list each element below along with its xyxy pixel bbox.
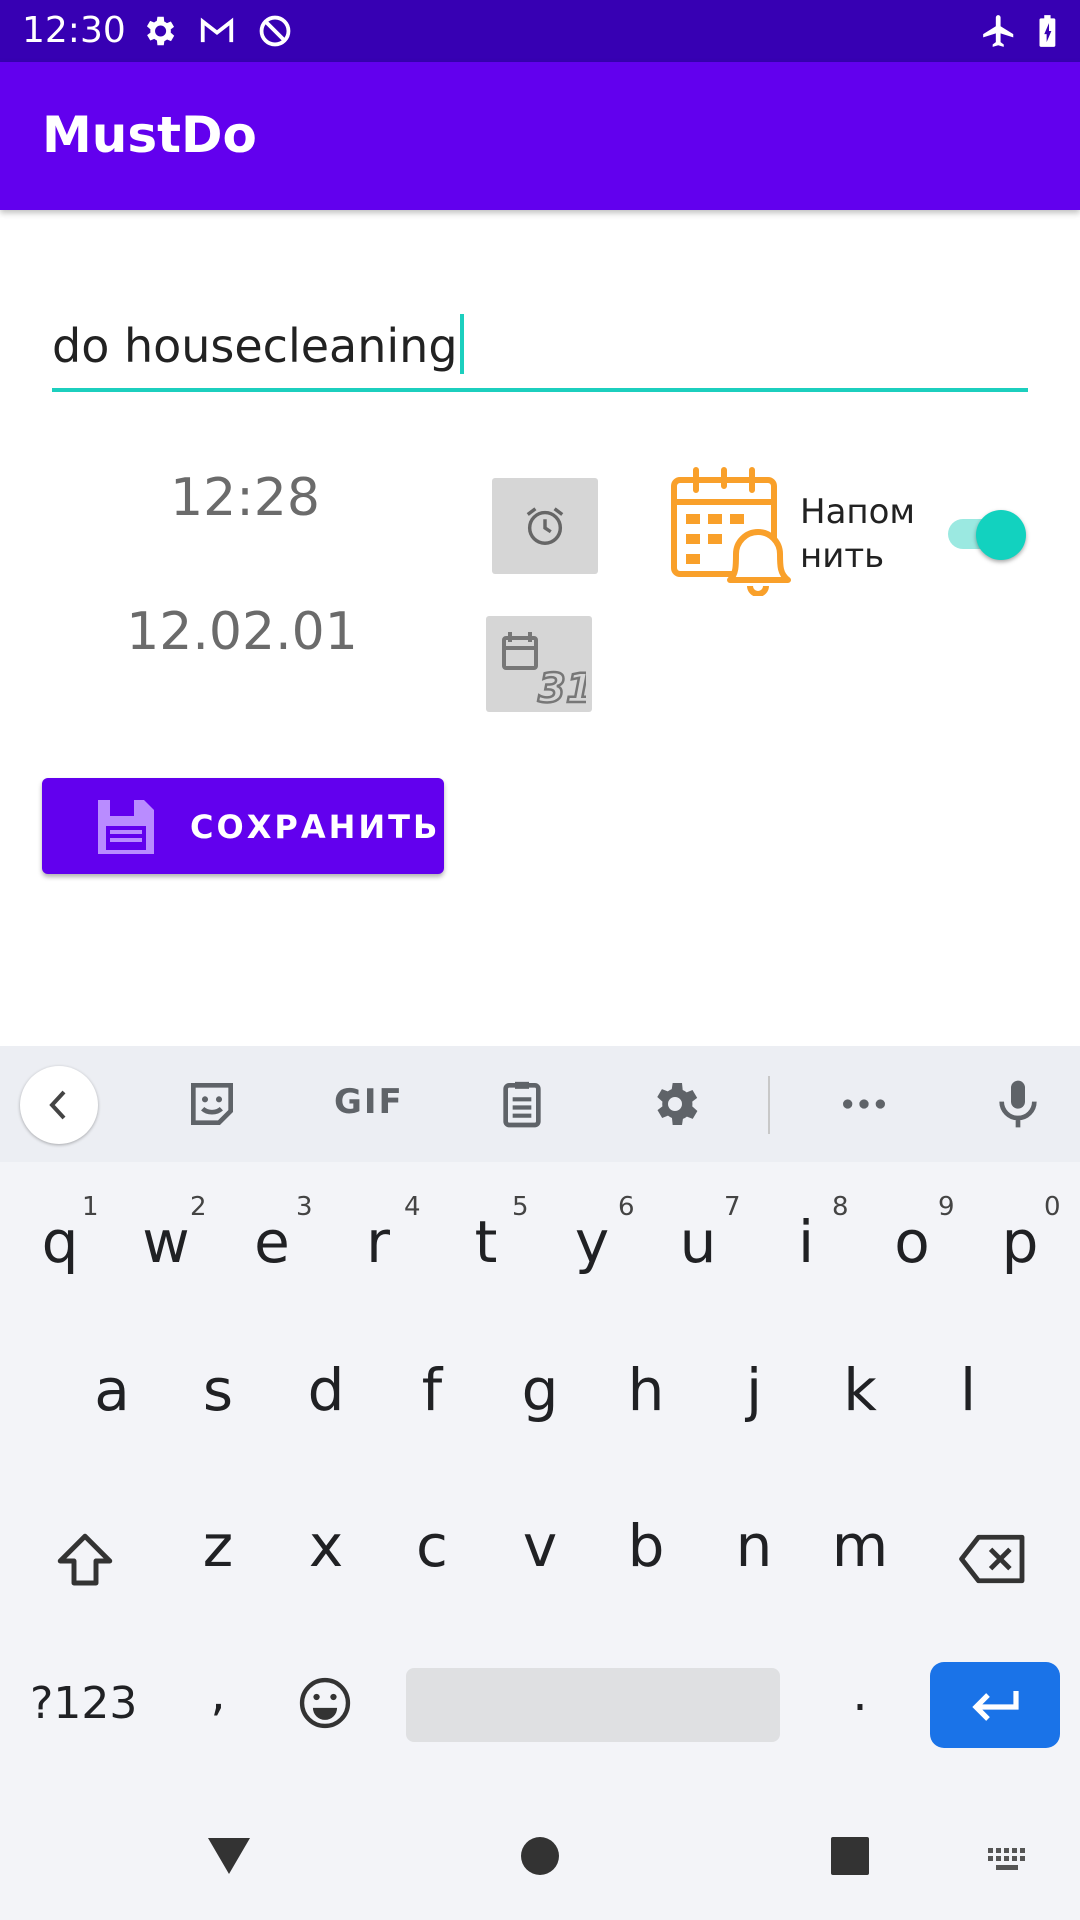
key-period[interactable]: . <box>810 1666 910 1722</box>
key-j[interactable]: j <box>704 1356 804 1424</box>
save-button[interactable]: СОХРАНИТЬ <box>42 778 444 874</box>
date-value: 12.02.01 <box>126 602 358 662</box>
pick-date-button[interactable]: 31 <box>486 616 592 712</box>
text-cursor <box>459 314 464 374</box>
symbols-key[interactable]: ?123 <box>30 1678 137 1729</box>
remind-label-line2: нить <box>800 536 885 576</box>
back-nav-icon[interactable] <box>206 1836 252 1876</box>
recents-nav-icon[interactable] <box>830 1836 870 1876</box>
space-key[interactable] <box>406 1668 780 1742</box>
remind-label-line1: Напом <box>800 492 916 532</box>
key-z[interactable]: z <box>168 1512 268 1580</box>
sticker-icon[interactable] <box>184 1076 240 1132</box>
task-input[interactable]: do housecleaning <box>52 300 1028 392</box>
keyboard-toolbar: GIF <box>0 1046 1080 1162</box>
remind-switch[interactable] <box>944 510 1030 560</box>
gear-icon[interactable] <box>647 1076 703 1132</box>
keyboard-back-button[interactable] <box>20 1066 98 1144</box>
key-s[interactable]: s <box>168 1356 268 1424</box>
key-m[interactable]: m <box>810 1512 910 1580</box>
status-time: 12:30 <box>22 10 126 51</box>
key-c[interactable]: c <box>382 1512 482 1580</box>
key-hint: 7 <box>724 1192 741 1222</box>
time-value: 12:28 <box>170 468 320 528</box>
backspace-icon[interactable] <box>956 1530 1030 1588</box>
key-g[interactable]: g <box>490 1356 590 1424</box>
clipboard-icon[interactable] <box>494 1076 550 1132</box>
pick-time-button[interactable] <box>492 478 598 574</box>
key-hint: 8 <box>832 1192 849 1222</box>
emoji-icon[interactable] <box>296 1674 354 1732</box>
gmail-icon <box>200 17 234 43</box>
key-v[interactable]: v <box>490 1512 590 1580</box>
data-saver-icon <box>259 15 291 47</box>
battery-charging-icon <box>1039 15 1056 47</box>
key-d[interactable]: d <box>276 1356 376 1424</box>
keyboard-switch-icon[interactable] <box>986 1846 1030 1874</box>
shift-icon[interactable] <box>52 1528 118 1594</box>
calendar-icon: 31 <box>502 632 586 708</box>
soft-keyboard: GIF q w e r t y u i o p 1 2 3 4 5 6 7 8 … <box>0 1046 1080 1920</box>
save-button-label: СОХРАНИТЬ <box>190 808 441 846</box>
app-bar: MustDo <box>0 62 1080 210</box>
key-hint: 0 <box>1044 1192 1061 1222</box>
key-hint: 9 <box>938 1192 955 1222</box>
gear-icon <box>146 16 175 46</box>
chevron-left-icon <box>49 1090 66 1120</box>
airplane-mode-icon <box>983 15 1014 47</box>
key-hint: 1 <box>82 1192 99 1222</box>
key-hint: 5 <box>512 1192 529 1222</box>
toolbar-divider <box>768 1076 770 1134</box>
floppy-disk-icon <box>98 800 154 854</box>
more-icon[interactable] <box>836 1076 892 1132</box>
key-hint: 4 <box>404 1192 421 1222</box>
remind-label: Напом нить <box>800 490 920 578</box>
gif-button[interactable]: GIF <box>334 1082 404 1122</box>
key-b[interactable]: b <box>596 1512 696 1580</box>
switch-thumb <box>976 510 1026 560</box>
key-n[interactable]: n <box>704 1512 804 1580</box>
status-bar: 12:30 <box>0 0 1080 62</box>
key-comma[interactable]: , <box>168 1666 268 1722</box>
enter-arrow-icon <box>972 1691 1019 1721</box>
key-x[interactable]: x <box>276 1512 376 1580</box>
key-f[interactable]: f <box>382 1356 482 1424</box>
key-hint: 6 <box>618 1192 635 1222</box>
key-a[interactable]: a <box>62 1356 162 1424</box>
enter-key[interactable] <box>930 1662 1060 1748</box>
task-input-value: do housecleaning <box>52 319 458 373</box>
calendar-bell-icon <box>671 467 791 596</box>
key-l[interactable]: l <box>918 1356 1018 1424</box>
home-nav-icon[interactable] <box>520 1836 560 1876</box>
microphone-icon[interactable] <box>990 1076 1046 1132</box>
key-hint: 2 <box>190 1192 207 1222</box>
navigation-bar <box>0 1800 1080 1920</box>
alarm-clock-icon <box>526 507 564 545</box>
svg-text:31: 31 <box>538 666 586 708</box>
app-title: MustDo <box>42 106 257 164</box>
key-k[interactable]: k <box>810 1356 910 1424</box>
key-h[interactable]: h <box>596 1356 696 1424</box>
key-hint: 3 <box>296 1192 313 1222</box>
